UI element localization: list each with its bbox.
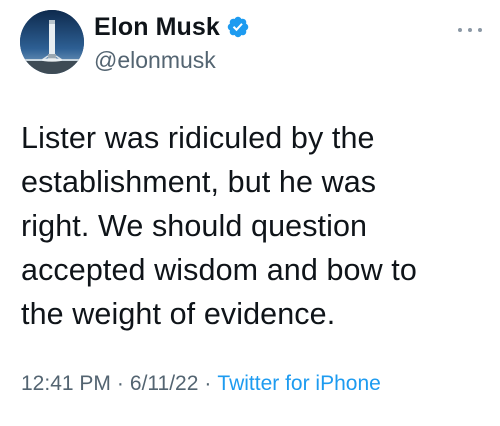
- author-display-name[interactable]: Elon Musk: [94, 13, 220, 42]
- tweet-source-link[interactable]: Twitter for iPhone: [217, 372, 380, 395]
- dot: [458, 28, 462, 32]
- tweet-text: Lister was ridiculed by the establishmen…: [21, 121, 417, 331]
- meta-separator: ·: [116, 372, 124, 395]
- tweet-time[interactable]: 12:41 PM: [21, 372, 111, 395]
- tweet-date[interactable]: 6/11/22: [130, 372, 199, 395]
- rocket-launch-avatar-icon: [20, 10, 84, 74]
- tweet-meta: 12:41 PM · 6/11/22 · Twitter for iPhone: [21, 372, 381, 396]
- avatar[interactable]: [20, 10, 84, 74]
- dot: [468, 28, 472, 32]
- tweet-card: Elon Musk @elonmusk Lister was ridiculed…: [0, 0, 500, 426]
- more-options-icon[interactable]: [458, 26, 482, 34]
- verified-badge-icon: [226, 15, 250, 39]
- meta-separator: ·: [204, 372, 212, 395]
- dot: [478, 28, 482, 32]
- author-handle[interactable]: @elonmusk: [94, 47, 216, 74]
- author-name-row: Elon Musk: [94, 12, 250, 42]
